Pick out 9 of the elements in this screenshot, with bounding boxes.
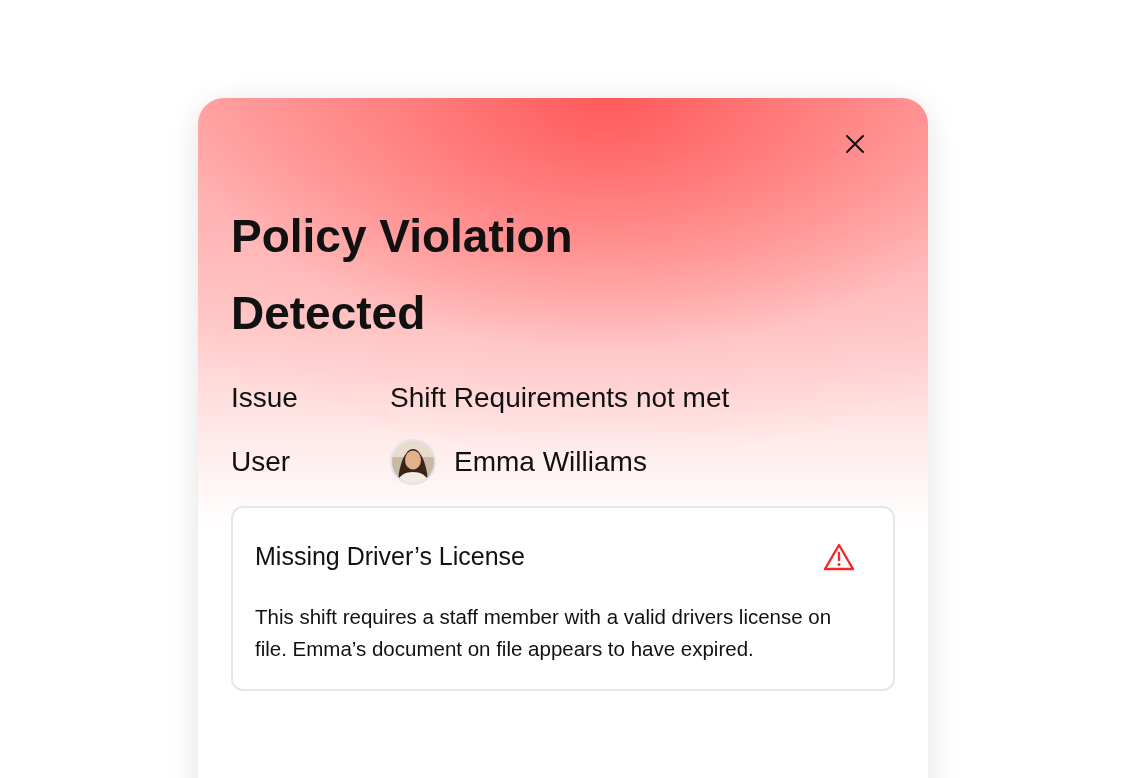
dialog-title: Policy Violation Detected (231, 209, 574, 341)
user-name: Emma Williams (454, 446, 647, 478)
close-icon[interactable] (845, 134, 865, 154)
alert-message: This shift requires a staff member with a valid drivers license on file. Emma’s document on file appears to have expired. (255, 604, 833, 662)
warning-icon (823, 542, 855, 571)
alert-title: Missing Driver’s License (255, 542, 525, 571)
field-label: User (231, 446, 292, 478)
field-label: Issue (231, 382, 299, 414)
field-value: Shift Requirements not met (390, 382, 730, 414)
